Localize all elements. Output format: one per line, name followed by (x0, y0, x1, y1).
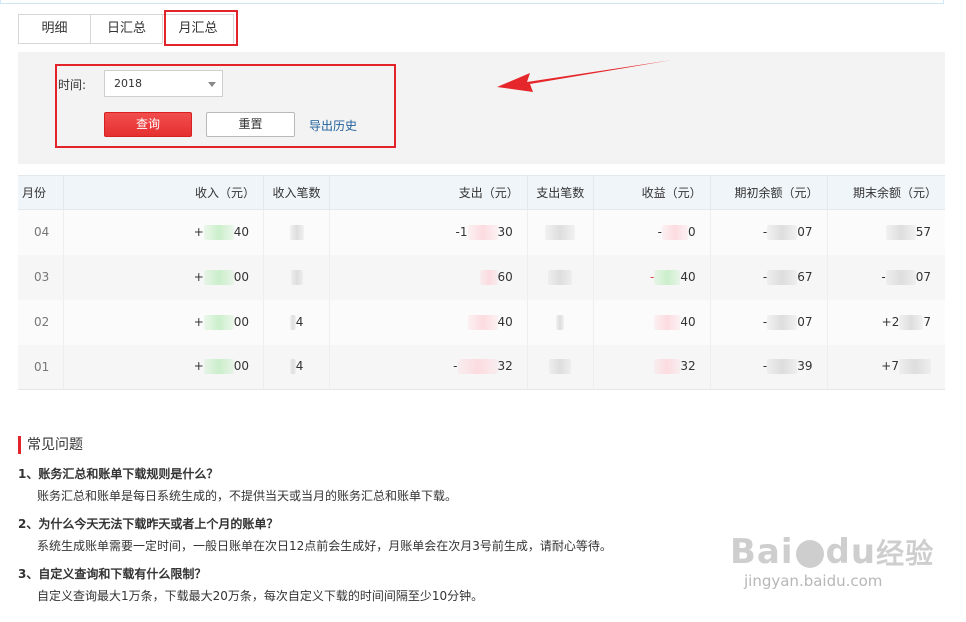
faq-question: 2、为什么今天无法下载昨天或者上个月的账单？ (18, 517, 279, 531)
col-header-income: 收入（元） (63, 175, 264, 210)
cell-profit: -0 (592, 209, 711, 255)
cell-expense: -32 (329, 344, 528, 390)
annotation-highlight-filter (55, 64, 396, 148)
tab-daily-summary[interactable]: 日汇总 (90, 14, 162, 44)
cell-opening-balance: -07 (709, 299, 828, 345)
cell-income-count (263, 209, 330, 255)
table-row: 03 +00 60 -40 -67 -07 (18, 254, 945, 300)
table-row: 01 +00 4 -32 32 -39 +7 (18, 344, 945, 390)
cell-opening-balance: -07 (709, 209, 828, 255)
table-row: 02 +00 4 40 40 -07 +2 7 (18, 299, 945, 345)
paw-icon (795, 539, 824, 568)
cell-closing-balance: +2 7 (826, 299, 945, 345)
cell-income: +00 (63, 344, 264, 390)
col-header-opening-balance: 期初余额（元） (709, 175, 828, 210)
cell-closing-balance: 57 (826, 209, 945, 255)
cell-closing-balance: -07 (826, 254, 945, 300)
cell-closing-balance: +7 (826, 344, 945, 390)
col-header-profit: 收益（元） (592, 175, 711, 210)
cell-expense-count (526, 209, 594, 255)
cell-expense: -1 30 (329, 209, 528, 255)
monthly-summary-table: 月份 收入（元） 收入笔数 支出（元） 支出笔数 收益（元） 期初余额（元） 期… (18, 175, 945, 390)
col-header-expense-count: 支出笔数 (526, 175, 594, 210)
cell-profit: -40 (592, 254, 711, 300)
faq-answer: 自定义查询最大1万条，下载最大20万条，每次自定义下载的时间间隔至少10分钟。 (37, 589, 484, 603)
cell-income-count (263, 254, 330, 300)
cell-expense-count (526, 254, 594, 300)
col-header-expense: 支出（元） (329, 175, 528, 210)
faq-section: 常见问题 1、账务汇总和账单下载规则是什么？ 账务汇总和账单是每日系统生成的，不… (18, 436, 938, 603)
cell-income: +40 (63, 209, 264, 255)
faq-answer: 账务汇总和账单是每日系统生成的，不提供当天或当月的账务汇总和账单下载。 (37, 489, 458, 503)
cell-income-count: 4 (263, 344, 330, 390)
cell-month: 04 (18, 209, 64, 255)
cell-income-count: 4 (263, 299, 330, 345)
top-border (0, 0, 944, 4)
table-header-row: 月份 收入（元） 收入笔数 支出（元） 支出笔数 收益（元） 期初余额（元） 期… (18, 175, 945, 210)
cell-month: 01 (18, 344, 64, 390)
baidu-jingyan-watermark: Bai du经验 jingyan.baidu.com (730, 532, 935, 590)
cell-income: +00 (63, 299, 264, 345)
faq-answer: 系统生成账单需要一定时间，一般日账单在次日12点前会生成好，月账单会在次月3号前… (37, 539, 612, 553)
cell-expense: 60 (329, 254, 528, 300)
annotation-highlight-tab (164, 10, 238, 46)
cell-expense: 40 (329, 299, 528, 345)
faq-question: 1、账务汇总和账单下载规则是什么？ (18, 467, 219, 481)
faq-question: 3、自定义查询和下载有什么限制？ (18, 567, 207, 581)
col-header-income-count: 收入笔数 (263, 175, 330, 210)
cell-expense-count (526, 344, 594, 390)
tab-detail[interactable]: 明细 (18, 14, 90, 44)
table-row: 04 +40 -1 30 -0 -07 57 (18, 209, 945, 255)
col-header-closing-balance: 期末余额（元） (826, 175, 945, 210)
cell-opening-balance: -67 (709, 254, 828, 300)
cell-month: 03 (18, 254, 64, 300)
cell-income: +00 (63, 254, 264, 300)
cell-opening-balance: -39 (709, 344, 828, 390)
col-header-month: 月份 (18, 175, 64, 210)
cell-expense-count (526, 299, 594, 345)
cell-profit: 32 (592, 344, 711, 390)
faq-title: 常见问题 (18, 436, 938, 454)
cell-month: 02 (18, 299, 64, 345)
cell-profit: 40 (592, 299, 711, 345)
